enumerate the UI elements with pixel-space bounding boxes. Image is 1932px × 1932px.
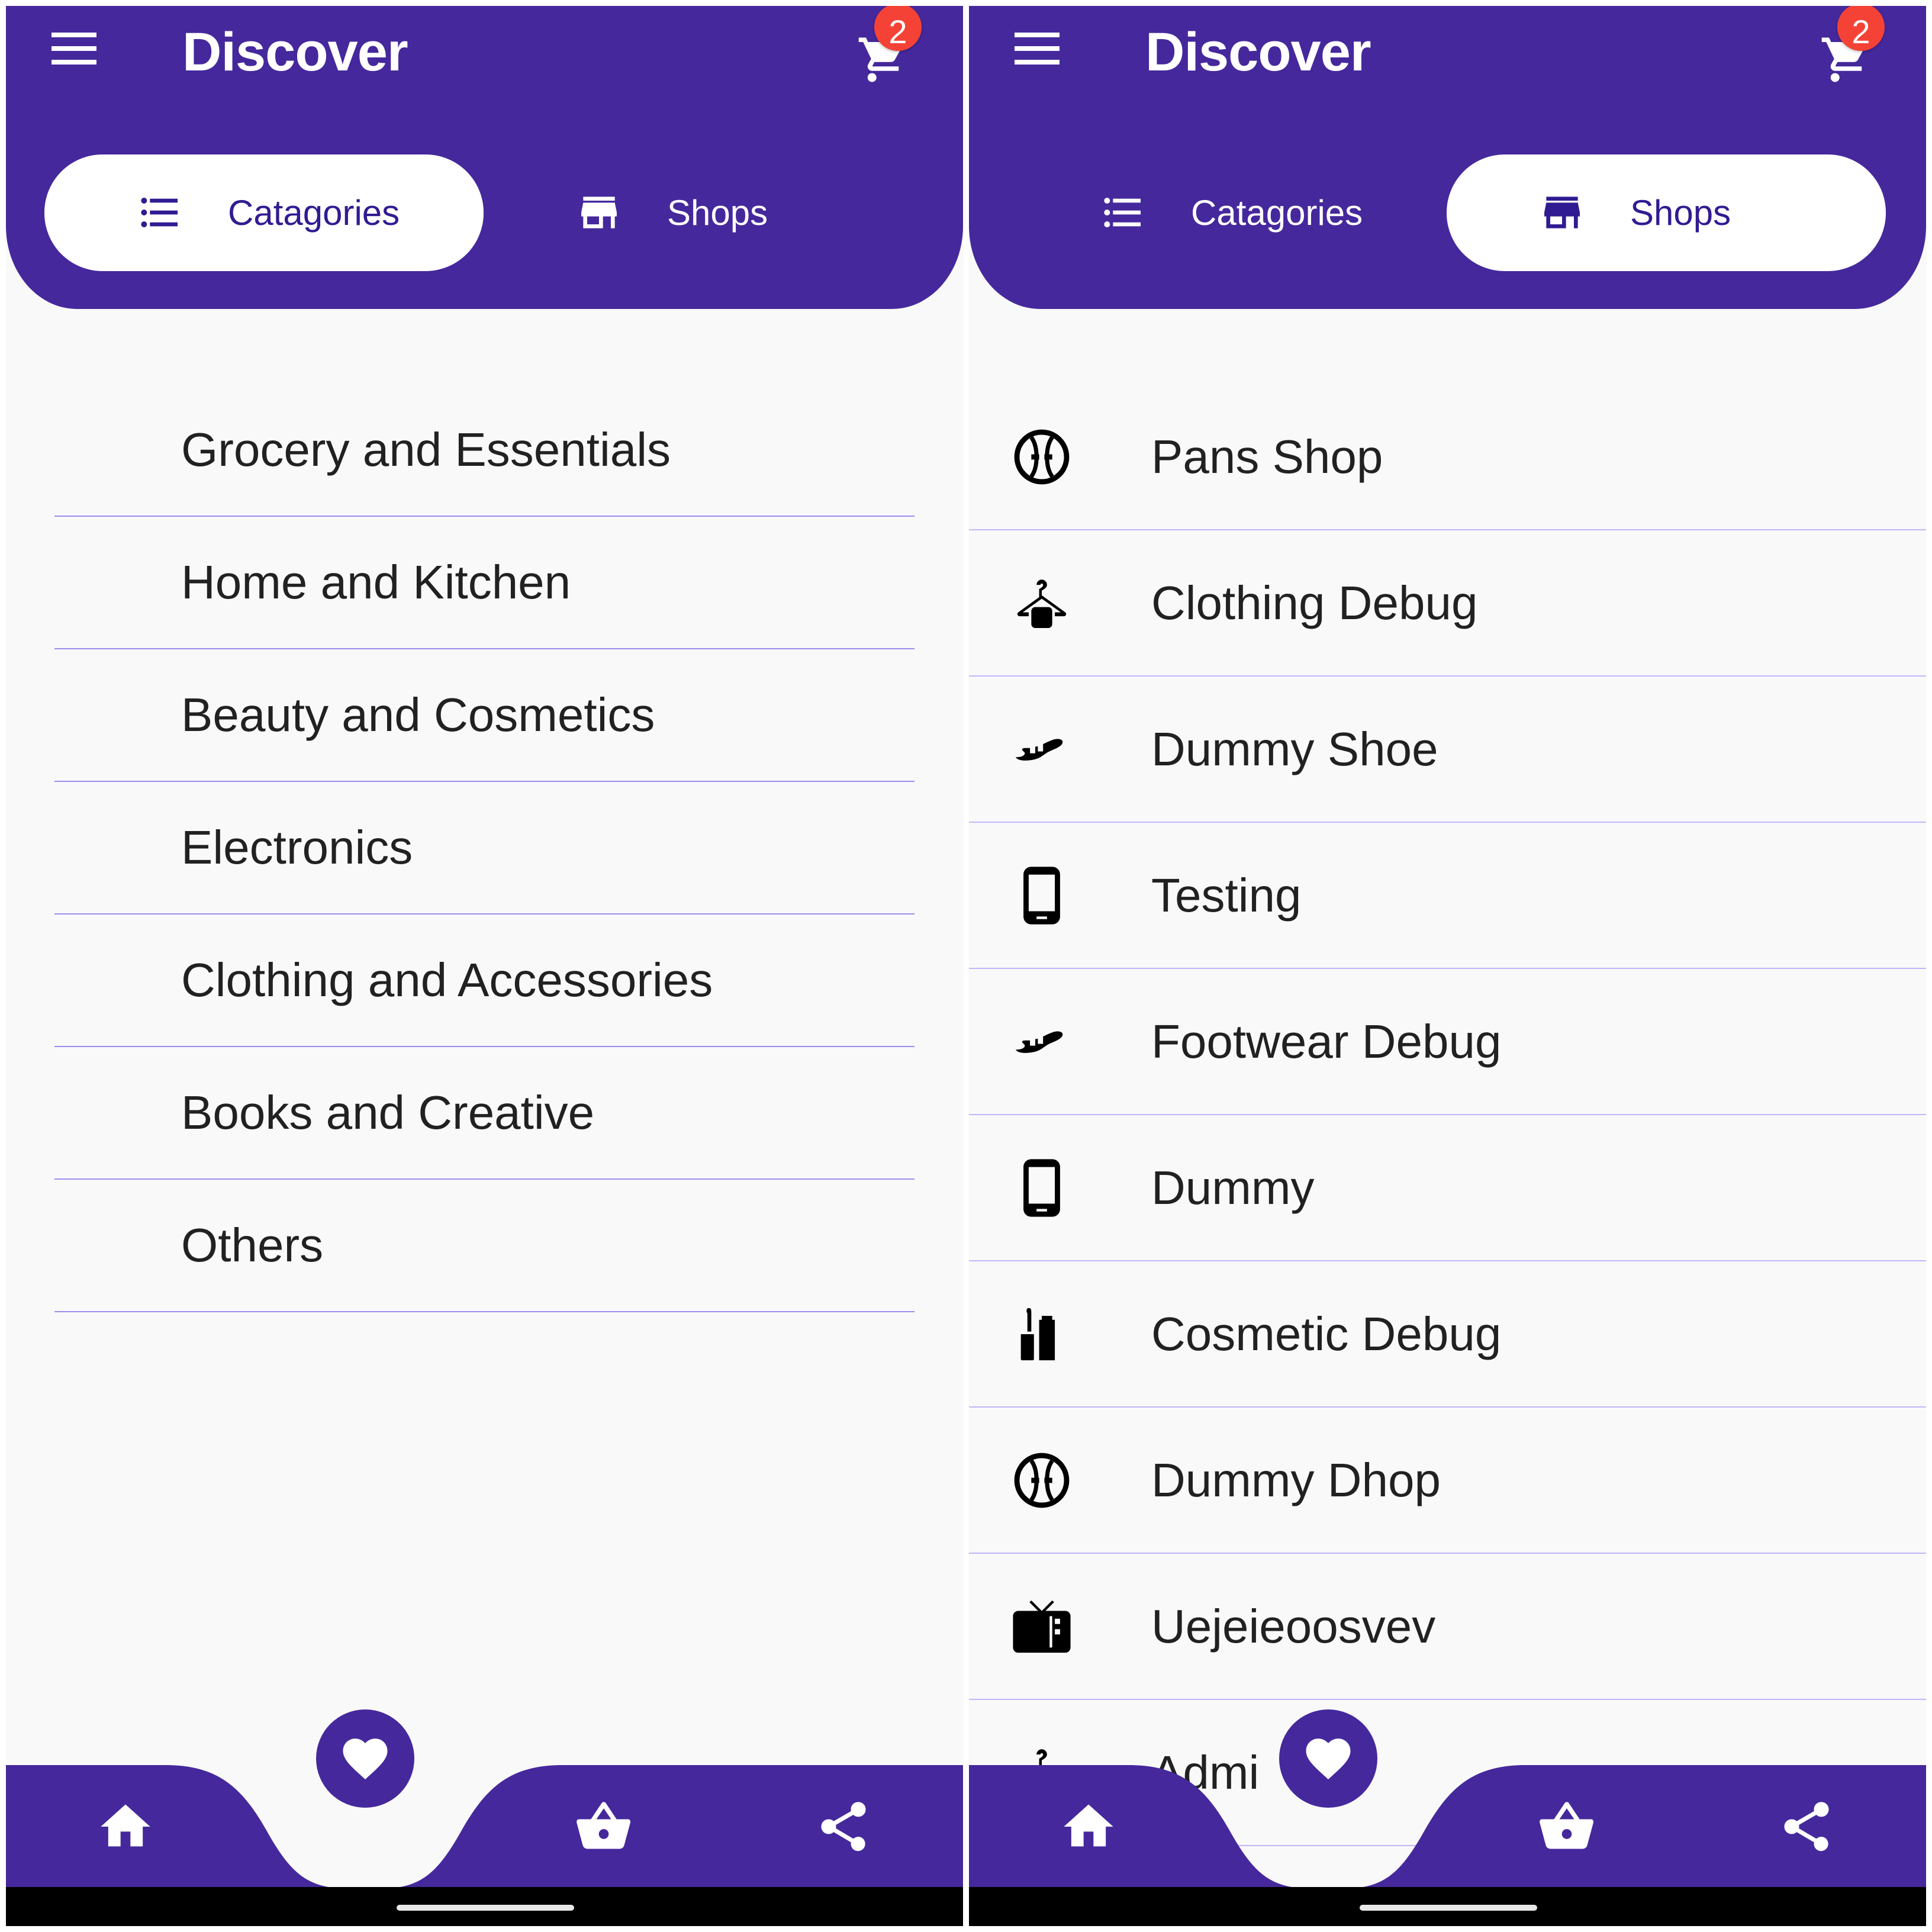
heart-icon	[1302, 1732, 1355, 1785]
category-item[interactable]: Beauty and Cosmetics	[54, 649, 915, 782]
tab-shops[interactable]: Shops	[484, 154, 923, 271]
list-bulleted-icon	[136, 189, 183, 236]
category-item[interactable]: Electronics	[54, 782, 915, 915]
shop-name: Uejeieoosvev	[1151, 1600, 1436, 1653]
shop-name: Testing	[1151, 869, 1302, 922]
favorites-fab[interactable]	[316, 1709, 414, 1808]
baseball-icon	[1010, 1449, 1073, 1512]
tab-categories[interactable]: Catagories	[44, 154, 484, 271]
shop-item[interactable]: Uejeieoosvev	[969, 1554, 1926, 1700]
page-title: Discover	[1145, 22, 1371, 82]
storefront-icon	[1538, 189, 1586, 236]
hamburger-menu-icon[interactable]	[51, 33, 96, 65]
system-nav-bar	[969, 1887, 1926, 1926]
shop-list: Pans Shop Clothing Debug Dummy Shoe Test…	[969, 384, 1926, 1846]
page-title: Discover	[182, 22, 408, 82]
tab-label: Catagories	[1191, 193, 1363, 233]
shop-item[interactable]: Clothing Debug	[969, 530, 1926, 677]
screen-shops: Discover 2 Catagories Shops Pans Shop Cl…	[969, 6, 1926, 1926]
home-icon	[96, 1797, 155, 1856]
home-icon	[1059, 1797, 1118, 1856]
category-label: Beauty and Cosmetics	[181, 688, 655, 741]
tab-label: Shops	[667, 193, 768, 233]
shop-name: Pans Shop	[1151, 430, 1383, 483]
category-label: Books and Creative	[181, 1086, 595, 1139]
home-gesture-bar[interactable]	[397, 1905, 574, 1911]
category-list: Grocery and Essentials Home and Kitchen …	[6, 384, 963, 1312]
shop-name: Dummy	[1151, 1161, 1315, 1214]
category-label: Home and Kitchen	[181, 556, 571, 608]
smartphone-icon	[1010, 864, 1073, 927]
tab-shops[interactable]: Shops	[1447, 154, 1886, 271]
shop-item[interactable]: Footwear Debug	[969, 969, 1926, 1115]
nav-share[interactable]	[1777, 1797, 1836, 1856]
category-item[interactable]: Home and Kitchen	[54, 517, 915, 649]
heart-icon	[339, 1732, 392, 1785]
storefront-icon	[575, 189, 623, 236]
category-item[interactable]: Books and Creative	[54, 1047, 915, 1180]
shoe-icon	[1010, 718, 1073, 781]
home-gesture-bar[interactable]	[1360, 1905, 1537, 1911]
tab-label: Shops	[1630, 193, 1731, 233]
shop-item[interactable]: Cosmetic Debug	[969, 1261, 1926, 1408]
share-icon	[1777, 1797, 1836, 1856]
shopping-basket-icon	[574, 1797, 633, 1856]
shop-name: Clothing Debug	[1151, 577, 1478, 629]
shop-item[interactable]: Dummy Shoe	[969, 677, 1926, 823]
system-nav-bar	[6, 1887, 963, 1926]
cart-badge: 2	[1837, 6, 1885, 51]
smartphone-icon	[1010, 1157, 1073, 1219]
shoe-icon	[1010, 1010, 1073, 1073]
shop-item[interactable]: Testing	[969, 823, 1926, 969]
app-header: Discover 2 Catagories Shops	[969, 6, 1926, 309]
shop-name: Footwear Debug	[1151, 1015, 1502, 1068]
favorites-fab[interactable]	[1279, 1709, 1377, 1808]
shop-name: Dummy Dhop	[1151, 1454, 1441, 1506]
cart-button[interactable]: 2	[856, 6, 922, 86]
shop-item[interactable]: Dummy	[969, 1115, 1926, 1261]
lipstick-icon	[1010, 1303, 1073, 1366]
nav-home[interactable]	[1059, 1797, 1118, 1856]
baseball-icon	[1010, 426, 1073, 488]
list-bulleted-icon	[1099, 189, 1147, 236]
hamburger-menu-icon[interactable]	[1015, 33, 1060, 65]
hanger-icon	[1010, 572, 1073, 635]
nav-home[interactable]	[96, 1797, 155, 1856]
nav-basket[interactable]	[1537, 1797, 1596, 1856]
category-item[interactable]: Clothing and Accessories	[54, 915, 915, 1047]
shop-item[interactable]: Pans Shop	[969, 384, 1926, 530]
nav-share[interactable]	[814, 1797, 873, 1856]
category-label: Others	[181, 1219, 324, 1271]
shopping-basket-icon	[1537, 1797, 1596, 1856]
tv-icon	[1010, 1595, 1073, 1658]
shop-name: Dummy Shoe	[1151, 723, 1438, 775]
tab-categories[interactable]: Catagories	[1007, 154, 1447, 271]
tab-label: Catagories	[228, 193, 400, 233]
category-label: Grocery and Essentials	[181, 423, 671, 476]
app-header: Discover 2 Catagories Shops	[6, 6, 963, 309]
shop-name: Cosmetic Debug	[1151, 1308, 1502, 1360]
category-item[interactable]: Others	[54, 1180, 915, 1312]
nav-basket[interactable]	[574, 1797, 633, 1856]
cart-button[interactable]: 2	[1820, 6, 1885, 86]
category-label: Clothing and Accessories	[181, 954, 713, 1006]
screen-categories: Discover 2 Catagories Shops Grocery and …	[6, 6, 963, 1926]
cart-badge: 2	[874, 6, 922, 51]
category-item[interactable]: Grocery and Essentials	[54, 384, 915, 517]
shop-item[interactable]: Dummy Dhop	[969, 1408, 1926, 1554]
category-label: Electronics	[181, 821, 413, 874]
share-icon	[814, 1797, 873, 1856]
